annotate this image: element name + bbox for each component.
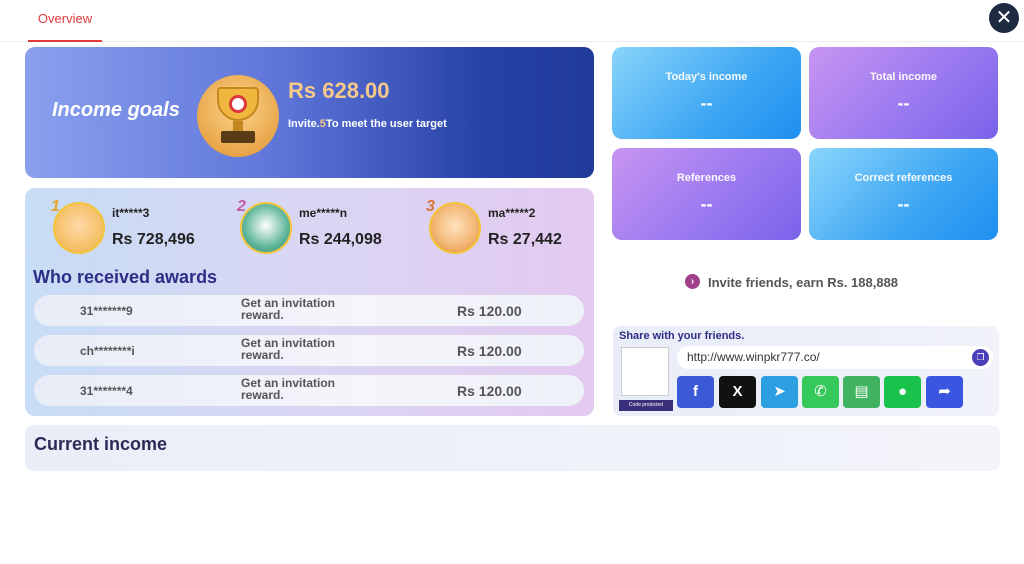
invite-friends-text: Invite friends, earn Rs. 188,888 xyxy=(708,275,899,290)
avatar xyxy=(53,202,105,254)
leader-amount: Rs 244,098 xyxy=(299,231,382,248)
qr-caption: Code protected xyxy=(619,400,673,411)
rewards-page: Overview ✕ Income goals Rs 628.00 Invite… xyxy=(0,0,1024,564)
share-whatsapp-button[interactable]: ✆ xyxy=(802,376,839,408)
facebook-icon: f xyxy=(693,383,698,400)
trophy-icon xyxy=(197,75,279,157)
share-x-button[interactable]: X xyxy=(719,376,756,408)
award-description: Get an invitation reward. xyxy=(241,376,336,402)
avatar xyxy=(429,202,481,254)
stat-label: References xyxy=(676,172,737,184)
income-goals-title: Income goals xyxy=(52,99,180,121)
close-button[interactable]: ✕ xyxy=(989,3,1019,33)
stat-references: References -- xyxy=(612,148,801,240)
award-row: 31*******4 Get an invitation reward. Rs … xyxy=(34,375,584,406)
share-panel: Share with your friends. Code protected … xyxy=(613,326,999,416)
line-icon: ● xyxy=(897,383,908,400)
leader-amount: Rs 728,496 xyxy=(112,231,195,248)
award-amount: Rs 120.00 xyxy=(457,303,522,319)
award-row: ch********i Get an invitation reward. Rs… xyxy=(34,335,584,366)
stat-label: Total income xyxy=(869,71,938,83)
share-telegram-button[interactable]: ➤ xyxy=(761,376,798,408)
share-more-button[interactable]: ➦ xyxy=(926,376,963,408)
share-url-field[interactable]: http://www.winpkr777.co/ ❐ xyxy=(677,346,993,369)
sms-icon: ▤ xyxy=(854,383,869,400)
current-income-panel: Current income xyxy=(25,425,1000,471)
income-goal-amount: Rs 628.00 xyxy=(288,78,390,103)
share-url: http://www.winpkr777.co/ xyxy=(687,350,820,364)
income-goals-card: Income goals Rs 628.00 Invite.5To meet t… xyxy=(25,47,594,178)
stat-label: Correct references xyxy=(854,172,953,184)
current-income-title: Current income xyxy=(34,434,168,454)
tab-bar: Overview xyxy=(0,0,1024,42)
share-sms-button[interactable]: ▤ xyxy=(843,376,880,408)
share-icon: ➦ xyxy=(938,383,951,400)
income-goal-subtitle: Invite.5To meet the user target xyxy=(288,118,447,130)
stat-todays-income: Today's income -- xyxy=(612,47,801,139)
share-facebook-button[interactable]: f xyxy=(677,376,714,408)
arrow-right-icon: › xyxy=(685,274,700,289)
whatsapp-icon: ✆ xyxy=(814,383,827,400)
avatar xyxy=(240,202,292,254)
x-icon: X xyxy=(732,383,743,400)
tab-overview[interactable]: Overview xyxy=(28,10,102,42)
leader-name: it*****3 xyxy=(112,206,150,220)
award-row: 31*******9 Get an invitation reward. Rs … xyxy=(34,295,584,326)
award-amount: Rs 120.00 xyxy=(457,343,522,359)
award-description: Get an invitation reward. xyxy=(241,296,336,322)
qr-code xyxy=(621,347,669,396)
stat-correct-references: Correct references -- xyxy=(809,148,998,240)
stat-value: -- xyxy=(897,194,910,214)
leader-amount: Rs 27,442 xyxy=(488,231,562,248)
stat-value: -- xyxy=(897,93,910,113)
leader-name: me*****n xyxy=(299,206,348,220)
leader-name: ma*****2 xyxy=(488,206,536,220)
stat-total-income: Total income -- xyxy=(809,47,998,139)
leaderboard-panel: 1 it*****3 Rs 728,496 2 me*****n Rs 244,… xyxy=(25,188,594,416)
award-amount: Rs 120.00 xyxy=(457,383,522,399)
award-user: ch********i xyxy=(80,344,135,358)
stat-value: -- xyxy=(700,194,713,214)
award-user: 31*******9 xyxy=(80,304,133,318)
copy-icon[interactable]: ❐ xyxy=(972,349,989,366)
stat-label: Today's income xyxy=(665,71,748,83)
telegram-icon: ➤ xyxy=(773,383,786,400)
share-line-button[interactable]: ● xyxy=(884,376,921,408)
award-user: 31*******4 xyxy=(80,384,133,398)
stat-value: -- xyxy=(700,93,713,113)
share-title: Share with your friends. xyxy=(619,330,745,342)
award-description: Get an invitation reward. xyxy=(241,336,336,362)
awards-title: Who received awards xyxy=(33,267,218,287)
